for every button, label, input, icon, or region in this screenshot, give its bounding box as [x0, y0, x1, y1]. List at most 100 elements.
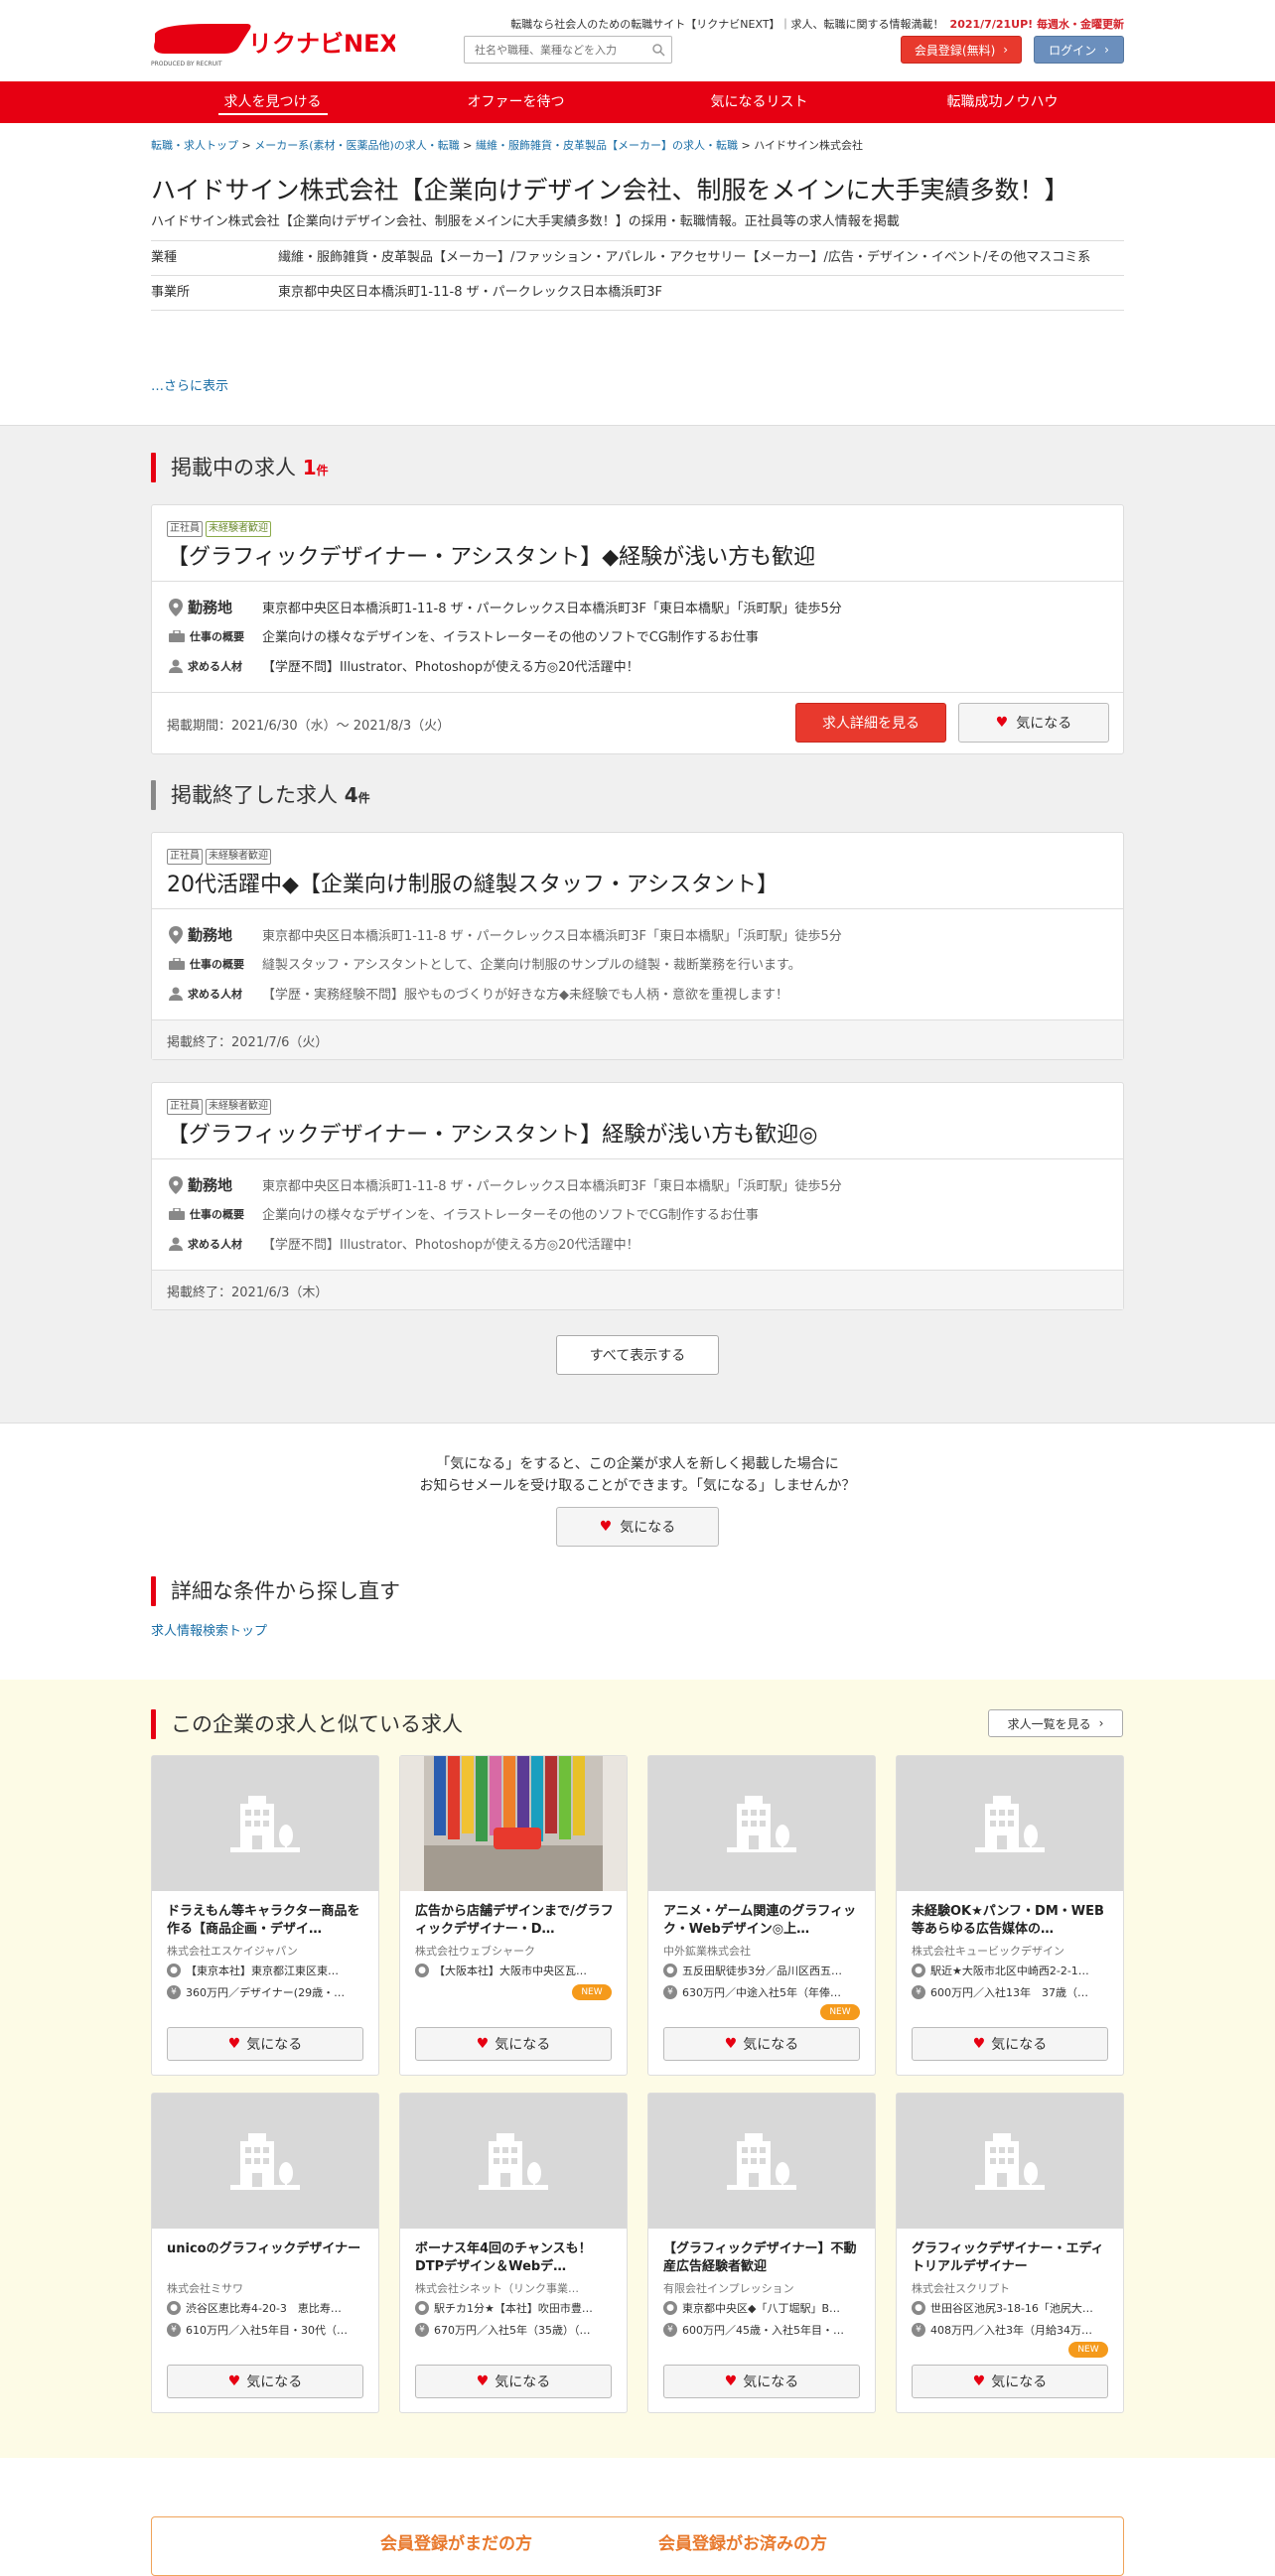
similar-job-card[interactable]: ドラえもん等キャラクター商品を作る【商品企画・デザイ… 株式会社エスケイジャパン ●…: [151, 1755, 379, 2076]
similar-job-salary: ¥408万円／入社3年（月給34万…: [912, 2322, 1110, 2338]
search-input[interactable]: [465, 37, 643, 63]
building-icon: [230, 1796, 300, 1852]
register-button[interactable]: 会員登録(無料) ›: [901, 36, 1022, 64]
job-title[interactable]: 20代活躍中◆【企業向け制服の縫製スタッフ・アシスタント】: [167, 867, 779, 898]
show-more-link[interactable]: …さらに表示: [151, 375, 228, 394]
breadcrumb-link[interactable]: 繊維・服飾雑貨・皮革製品【メーカー】の求人・転職: [476, 139, 738, 152]
heart-icon: ♥: [476, 2036, 490, 2052]
favorite-button[interactable]: ♥ 気になる: [167, 2027, 363, 2061]
similar-job-location: ● 駅近★大阪市北区中崎西2-2-1…: [912, 1963, 1110, 1978]
similar-job-salary: ¥630万円／中途入社5年（年俸…: [663, 1984, 862, 2000]
heart-icon: ♥: [995, 715, 1009, 731]
job-requirements: 【学歴不問】Illustrator、Photoshopが使える方◎20代活躍中！: [262, 1238, 639, 1253]
job-photo-placeholder: [152, 2094, 378, 2229]
similar-job-company: 株式会社エスケイジャパン: [167, 1945, 298, 1958]
search-top-link[interactable]: 求人情報検索トップ: [151, 1620, 267, 1639]
show-all-button[interactable]: すべて表示する: [556, 1335, 719, 1375]
building-icon: [479, 2133, 548, 2190]
similar-job-title[interactable]: 未経験OK★パンフ・DM・WEB等あらゆる広告媒体の…: [912, 1903, 1110, 1939]
tag-beginner: 未経験者歓迎: [206, 521, 271, 537]
yen-icon: ¥: [167, 1985, 181, 1999]
location-icon: ●: [167, 1964, 181, 1977]
job-list-button[interactable]: 求人一覧を見る ›: [988, 1709, 1123, 1737]
similar-job-salary: ¥600万円／45歳・入社5年目・…: [663, 2322, 862, 2338]
tag-beginner: 未経験者歓迎: [206, 849, 271, 865]
similar-job-title[interactable]: ドラえもん等キャラクター商品を作る【商品企画・デザイ…: [167, 1903, 365, 1939]
company-title: ハイドサイン株式会社【企業向けデザイン会社、制服をメインに大手実績多数！】: [151, 176, 1069, 204]
office-value: 東京都中央区日本橋浜町1-11-8 ザ・パークレックス日本橋浜町3F: [278, 285, 662, 300]
tag-fulltime: 正社員: [167, 521, 203, 537]
similar-job-card[interactable]: ボーナス年4回のチャンスも！DTPデザイン＆Webデ… 株式会社シネット（リンク事…: [399, 2093, 628, 2413]
similar-job-card[interactable]: unicoのグラフィックデザイナー株式会社ミサワ ● 渋谷区恵比寿4-20-3 恵比…: [151, 2093, 379, 2413]
breadcrumb-link[interactable]: 転職・求人トップ: [151, 139, 238, 152]
job-detail-button[interactable]: 求人詳細を見る: [795, 703, 946, 743]
chevron-right-icon: ›: [1098, 1716, 1104, 1730]
favorite-button[interactable]: ♥ 気になる: [912, 2365, 1108, 2398]
header-tagline: 転職なら社会人のための転職サイト【リクナビNEXT】｜求人、転職に関する情報満載…: [510, 18, 1124, 31]
ended-job-card: 正社員 未経験者歓迎 20代活躍中◆【企業向け制服の縫製スタッフ・アシスタント】 …: [151, 832, 1124, 1060]
membership-box: 会員登録がまだの方 会員登録がお済みの方: [151, 2516, 1124, 2576]
breadcrumb-link[interactable]: メーカー系(素材・医薬品他)の求人・転職: [254, 139, 460, 152]
similar-job-title[interactable]: グラフィックデザイナー・エディトリアルデザイナー: [912, 2240, 1110, 2276]
job-photo-placeholder: [897, 2094, 1123, 2229]
similar-job-card[interactable]: 【グラフィックデザイナー】不動産広告経験者歓迎 有限会社インプレッション ● 東京都中…: [647, 2093, 876, 2413]
site-header: リクナビNEXT PRODUCED BY RECRUIT 転職なら社会人のための…: [0, 0, 1275, 81]
similar-job-location: ● 駅チカ1分★【本社】吹田市豊…: [415, 2300, 614, 2316]
job-title[interactable]: 【グラフィックデザイナー・アシスタント】◆経験が浅い方も歓迎: [167, 539, 815, 571]
similar-job-card[interactable]: 広告から店舗デザインまで/グラフィックデザイナー・D… 株式会社ウェブシャーク ● 【…: [399, 1755, 628, 2076]
heart-icon: ♥: [972, 2373, 986, 2389]
similar-job-location: ● 東京都中央区◆「八丁堀駅」B…: [663, 2300, 862, 2316]
search-icon[interactable]: [651, 43, 665, 57]
favorite-button[interactable]: ♥ 気になる: [167, 2365, 363, 2398]
building-icon: [975, 1796, 1045, 1852]
favorite-button[interactable]: ♥ 気になる: [912, 2027, 1108, 2061]
job-title[interactable]: 【グラフィックデザイナー・アシスタント】経験が浅い方も歓迎◎: [167, 1117, 817, 1149]
similar-job-title[interactable]: ボーナス年4回のチャンスも！DTPデザイン＆Webデ…: [415, 2240, 614, 2276]
similar-job-title[interactable]: 【グラフィックデザイナー】不動産広告経験者歓迎: [663, 2240, 862, 2276]
similar-job-location: ● 【東京本社】東京都江東区東…: [167, 1963, 365, 1978]
similar-job-company: 株式会社シネット（リンク事業…: [415, 2282, 579, 2295]
building-icon: [230, 2133, 300, 2190]
location-icon: ●: [415, 2301, 429, 2315]
similar-job-card[interactable]: 未経験OK★パンフ・DM・WEB等あらゆる広告媒体の… 株式会社キュービックデザイ…: [896, 1755, 1124, 2076]
job-period: 掲載期間：2021/6/30（水）～ 2021/8/3（火）: [167, 719, 451, 734]
similar-job-card[interactable]: アニメ・ゲーム関連のグラフィック・Webデザイン◎上… 中外鉱業株式会社 ● 五反田駅…: [647, 1755, 876, 2076]
similar-heading: この企業の求人と似ている求人: [151, 1709, 463, 1739]
favorite-button[interactable]: ♥ 気になる: [415, 2027, 612, 2061]
yen-icon: ¥: [663, 2323, 677, 2337]
company-favorite-button[interactable]: ♥ 気になる: [556, 1507, 719, 1547]
favorite-button[interactable]: ♥ 気になる: [663, 2365, 860, 2398]
similar-job-title[interactable]: 広告から店舗デザインまで/グラフィックデザイナー・D…: [415, 1903, 614, 1939]
heart-icon: ♥: [476, 2373, 490, 2389]
location-icon: [169, 925, 183, 944]
job-location: 東京都中央区日本橋浜町1-11-8 ザ・パークレックス日本橋浜町3F「東日本橋駅…: [262, 929, 842, 944]
office-label: 事業所: [151, 285, 191, 300]
industry-value: 繊維・服飾雑貨・皮革製品【メーカー】/ファッション・アパレル・アクセサリー【メー…: [278, 250, 1091, 265]
site-logo[interactable]: リクナビNEXT PRODUCED BY RECRUIT: [151, 18, 415, 69]
similar-job-location: ● 渋谷区恵比寿4-20-3 恵比寿…: [167, 2300, 365, 2316]
update-info: 2021/7/21UP! 毎週水・金曜更新: [949, 18, 1124, 31]
similar-job-title[interactable]: アニメ・ゲーム関連のグラフィック・Webデザイン◎上…: [663, 1903, 862, 1939]
favorite-button[interactable]: ♥ 気になる: [958, 703, 1109, 743]
search-box: [464, 36, 672, 64]
favorite-button[interactable]: ♥ 気になる: [415, 2365, 612, 2398]
person-icon: [169, 987, 183, 1001]
location-icon: [169, 598, 183, 616]
favorite-button[interactable]: ♥ 気になる: [663, 2027, 860, 2061]
nav-knowhow[interactable]: 転職成功ノウハウ: [881, 81, 1124, 123]
similar-job-title[interactable]: unicoのグラフィックデザイナー: [167, 2240, 365, 2276]
job-summary: 縫製スタッフ・アシスタントとして、企業向け制服のサンプルの縫製・裁断業務を行いま…: [262, 958, 801, 973]
svg-text:リクナビNEXT: リクナビNEXT: [248, 30, 395, 58]
breadcrumb: 転職・求人トップ > メーカー系(素材・医薬品他)の求人・転職 > 繊維・服飾雑…: [151, 139, 864, 152]
briefcase-icon: [169, 629, 185, 642]
job-location: 東京都中央区日本橋浜町1-11-8 ザ・パークレックス日本橋浜町3F「東日本橋駅…: [262, 602, 842, 616]
login-button[interactable]: ログイン ›: [1034, 36, 1124, 64]
similar-job-company: 株式会社ミサワ: [167, 2282, 243, 2295]
yen-icon: ¥: [663, 1985, 677, 1999]
job-photo-placeholder: [152, 1756, 378, 1891]
location-icon: [169, 1175, 183, 1194]
similar-job-card[interactable]: グラフィックデザイナー・エディトリアルデザイナー 株式会社スクリプト ● 世田谷区池尻…: [896, 2093, 1124, 2413]
industry-label: 業種: [151, 250, 178, 265]
new-badge: NEW: [1068, 2342, 1108, 2358]
job-photo-placeholder: [897, 1756, 1123, 1891]
